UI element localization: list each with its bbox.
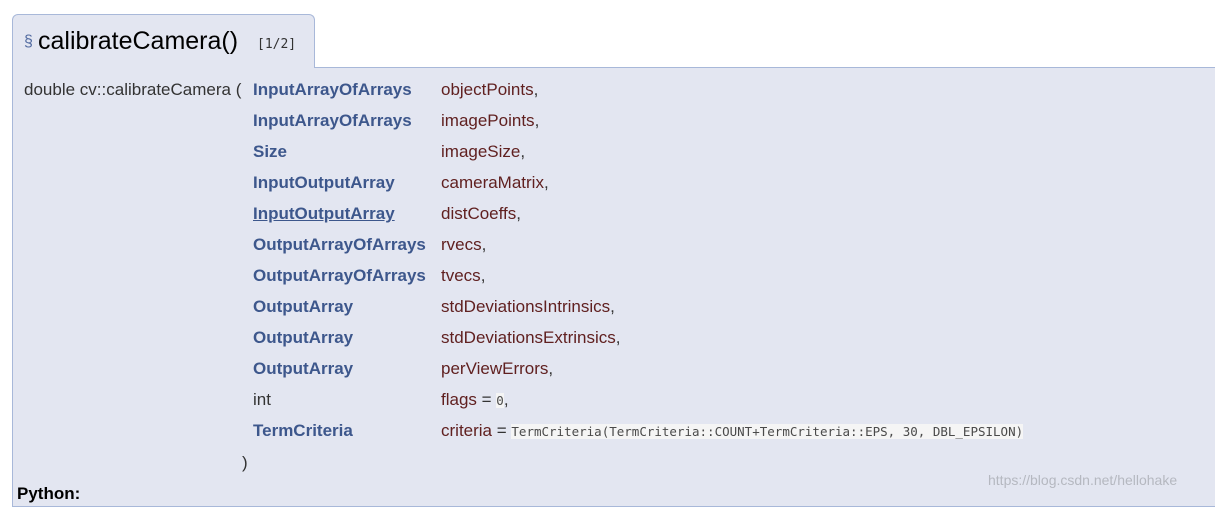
param-name-text: criteria <box>441 421 493 440</box>
param-name-text: objectPoints <box>441 80 534 99</box>
param-name-text: flags <box>441 390 477 409</box>
python-label: Python: <box>17 484 81 503</box>
close-paren: ) <box>242 453 248 472</box>
signature-prefix: double cv::calibrateCamera ( <box>24 80 241 100</box>
param-name: criteria = TermCriteria(TermCriteria::CO… <box>441 421 1024 442</box>
param-name: flags = 0, <box>441 390 509 411</box>
param-type-link[interactable]: OutputArrayOfArrays <box>253 235 426 255</box>
param-separator: , <box>534 111 540 130</box>
default-separator: = <box>476 390 497 409</box>
param-name: cameraMatrix, <box>441 173 549 193</box>
param-type-link[interactable]: OutputArray <box>253 328 353 348</box>
param-separator: , <box>480 266 486 285</box>
function-heading-tab: § calibrateCamera() [1/2] <box>12 14 315 68</box>
param-type-link[interactable]: TermCriteria <box>253 421 353 441</box>
watermark-text: https://blog.csdn.net/hellohake <box>988 472 1178 488</box>
param-name-text: imageSize <box>441 142 521 161</box>
param-name-text: rvecs <box>441 235 482 254</box>
param-type-link[interactable]: InputOutputArray <box>253 173 395 193</box>
param-name-text: perViewErrors <box>441 359 549 378</box>
param-type-link[interactable]: OutputArray <box>253 297 353 317</box>
param-name: stdDeviationsExtrinsics, <box>441 328 621 348</box>
param-name-text: stdDeviationsIntrinsics <box>441 297 611 316</box>
param-name: stdDeviationsIntrinsics, <box>441 297 615 317</box>
param-name-text: imagePoints <box>441 111 535 130</box>
param-name-text: stdDeviationsExtrinsics <box>441 328 616 347</box>
param-separator: , <box>503 390 509 409</box>
param-separator: , <box>481 235 487 254</box>
param-type-link[interactable]: InputArrayOfArrays <box>253 80 412 100</box>
param-name: imageSize, <box>441 142 525 162</box>
param-separator: , <box>533 80 539 99</box>
default-separator: = <box>492 421 512 440</box>
param-name: objectPoints, <box>441 80 538 100</box>
param-separator: , <box>543 173 549 192</box>
param-name: rvecs, <box>441 235 486 255</box>
return-type: double <box>24 80 76 99</box>
param-name: imagePoints, <box>441 111 539 131</box>
default-value: 0 <box>496 393 504 408</box>
function-title: calibrateCamera() <box>38 27 239 55</box>
param-separator: , <box>548 359 554 378</box>
param-name-text: tvecs <box>441 266 481 285</box>
param-separator: , <box>516 204 522 223</box>
param-type: int <box>253 390 271 409</box>
qualified-function-name: cv::calibrateCamera <box>79 80 231 99</box>
default-value: TermCriteria(TermCriteria::COUNT+TermCri… <box>511 424 1024 439</box>
param-name: perViewErrors, <box>441 359 553 379</box>
overload-indicator: [1/2] <box>257 37 297 52</box>
open-paren: ( <box>235 80 242 99</box>
param-type-link[interactable]: Size <box>253 142 287 162</box>
param-type-link[interactable]: InputArrayOfArrays <box>253 111 412 131</box>
param-separator: , <box>610 297 615 316</box>
section-anchor-link[interactable]: § <box>24 33 33 51</box>
param-type-link[interactable]: InputOutputArray <box>253 204 395 224</box>
param-name-text: distCoeffs <box>441 204 517 223</box>
param-name: distCoeffs, <box>441 204 521 224</box>
param-name-text: cameraMatrix <box>441 173 544 192</box>
param-separator: , <box>615 328 621 347</box>
param-separator: , <box>520 142 526 161</box>
param-name: tvecs, <box>441 266 485 286</box>
param-type-link[interactable]: OutputArray <box>253 359 353 379</box>
param-type-link[interactable]: OutputArrayOfArrays <box>253 266 426 286</box>
